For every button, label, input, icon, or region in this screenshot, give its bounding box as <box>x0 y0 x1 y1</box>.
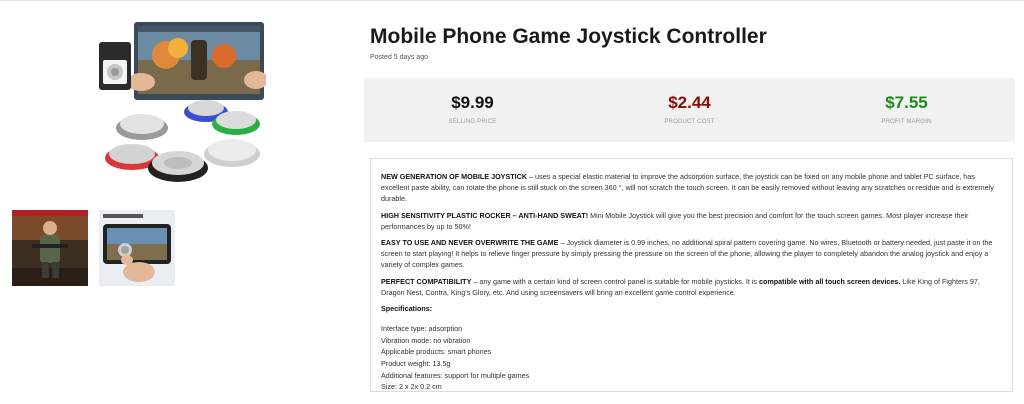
profit-margin-value: $7.55 <box>885 93 928 112</box>
description-paragraph-2: HIGH SENSITIVITY PLASTIC ROCKER – ANTI-H… <box>381 210 1002 232</box>
thumbnail-hand-joystick[interactable] <box>99 210 175 286</box>
thumbnail-game-soldier[interactable] <box>12 210 88 286</box>
product-description: NEW GENERATION OF MOBILE JOYSTICK – uses… <box>370 158 1013 392</box>
top-divider <box>0 0 1024 1</box>
spec-line: Additional features: support for multipl… <box>381 370 530 380</box>
description-paragraph-3: EASY TO USE AND NEVER OVERWRITE THE GAME… <box>381 237 1002 271</box>
profit-margin-stat: $7.55 PROFIT MARGIN <box>798 78 1015 142</box>
spec-line: Applicable products: smart phones <box>381 347 492 357</box>
posted-date: Posted 5 days ago <box>370 54 428 61</box>
spec-line: Size: 2 x 2x 0.2 cm <box>381 382 442 392</box>
profit-margin-label: PROFIT MARGIN <box>881 119 932 125</box>
paragraph-1-heading: NEW GENERATION OF MOBILE JOYSTICK <box>381 172 528 181</box>
description-paragraph-1: NEW GENERATION OF MOBILE JOYSTICK – uses… <box>381 171 1002 205</box>
description-paragraph-4: PERFECT COMPATIBILITY – any game with a … <box>381 276 1002 298</box>
product-cost-value: $2.44 <box>668 93 711 112</box>
spec-line: Product weight: 13.5g <box>381 359 451 369</box>
paragraph-4-text-a: – any game with a certain kind of screen… <box>471 276 760 286</box>
specifications-heading: Specifications: <box>381 304 433 314</box>
stats-panel: $9.99 SELLING PRICE $2.44 PRODUCT COST $… <box>364 78 1015 142</box>
product-cost-stat: $2.44 PRODUCT COST <box>581 78 798 142</box>
selling-price-value: $9.99 <box>451 93 494 112</box>
spec-line: Vibration mode: no vibration <box>381 335 471 345</box>
selling-price-stat: $9.99 SELLING PRICE <box>364 78 581 142</box>
product-title: Mobile Phone Game Joystick Controller <box>370 25 767 48</box>
paragraph-4-bold: compatible with all touch screen devices… <box>759 276 901 286</box>
selling-price-label: SELLING PRICE <box>448 119 497 125</box>
paragraph-2-heading: HIGH SENSITIVITY PLASTIC ROCKER – ANTI-H… <box>381 210 589 220</box>
paragraph-3-heading: EASY TO USE AND NEVER OVERWRITE THE GAME <box>381 238 559 248</box>
product-cost-label: PRODUCT COST <box>664 119 715 125</box>
paragraph-4-heading: PERFECT COMPATIBILITY <box>381 276 472 286</box>
spec-line: Interface type: adsorption <box>381 324 463 334</box>
main-product-image[interactable] <box>96 20 268 190</box>
